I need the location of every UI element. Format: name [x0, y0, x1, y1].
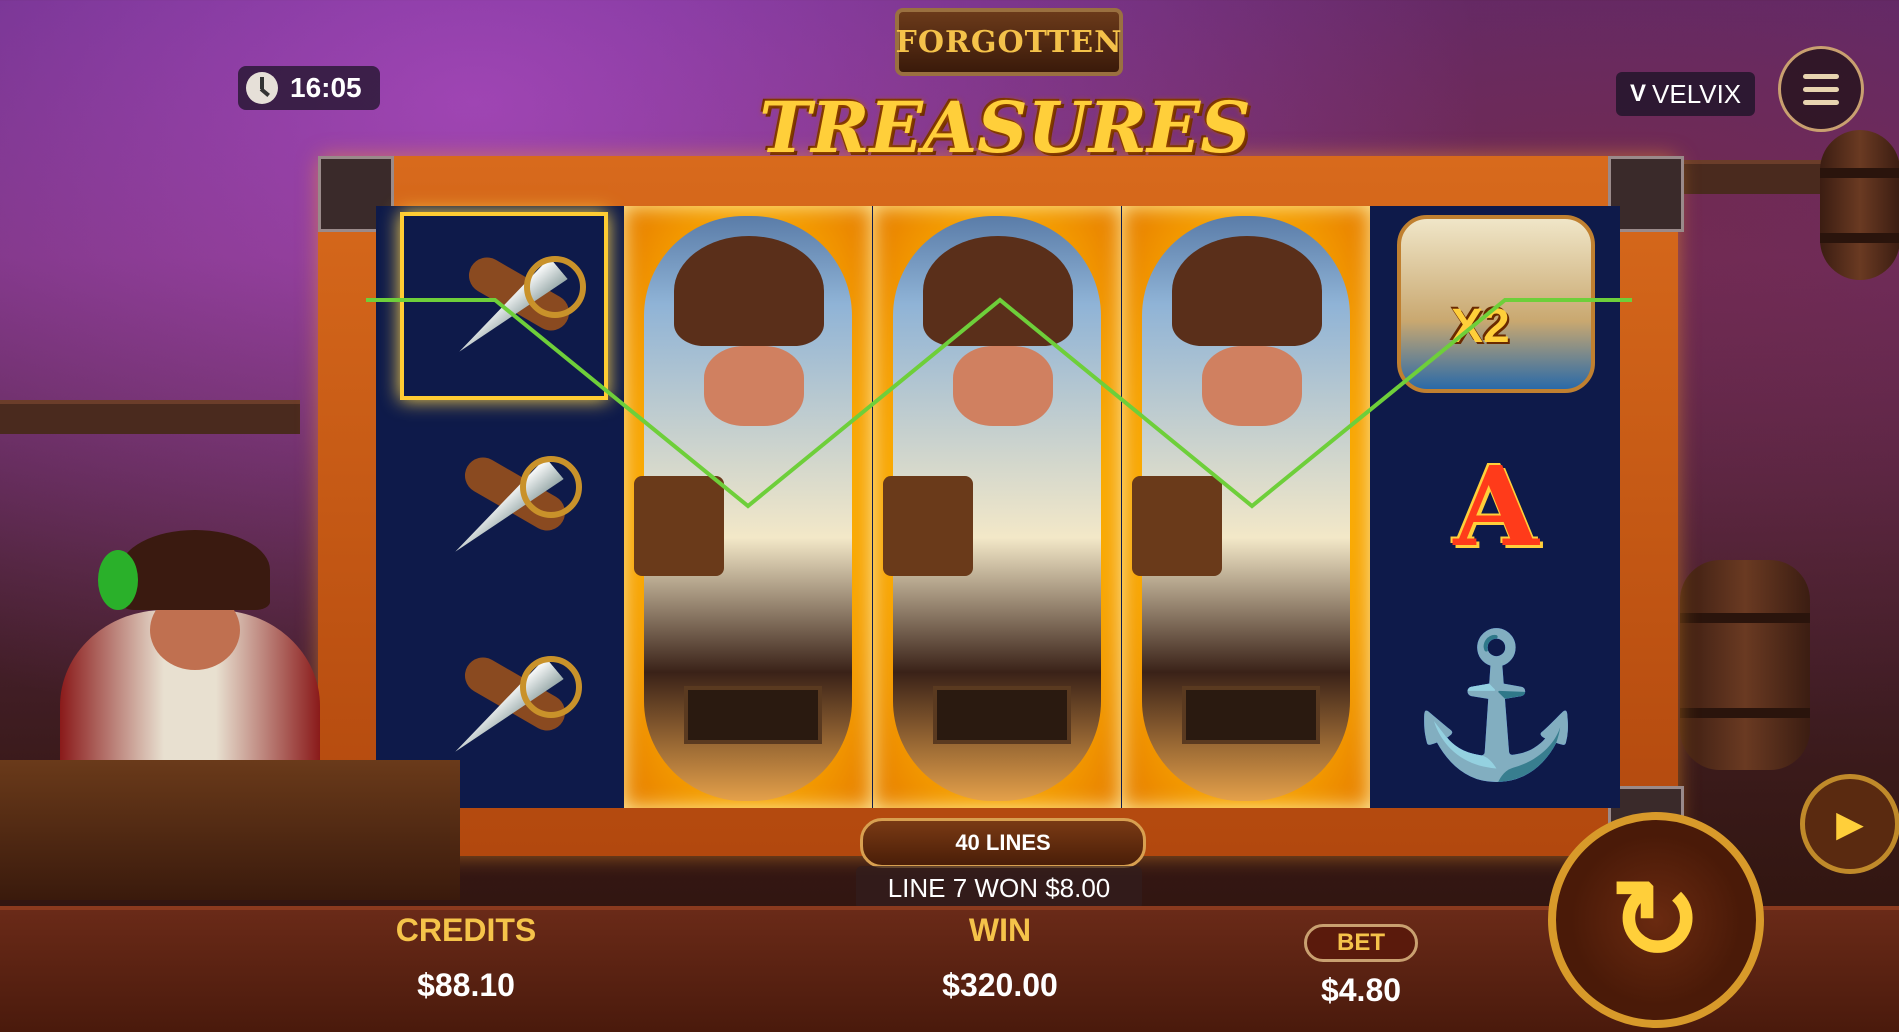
credits-label: CREDITS	[395, 912, 537, 948]
brand-badge: V VELVIX	[1616, 72, 1756, 116]
clock-time: 16:05	[290, 72, 362, 103]
reel-1	[376, 206, 624, 808]
anchor-icon: ⚓	[1408, 626, 1584, 783]
spin-icon: ↻	[1609, 859, 1703, 982]
win-value: $320.00	[942, 967, 1058, 1003]
line-win-message: LINE 7 WON $8.00	[856, 866, 1142, 910]
hamburger-icon	[1803, 73, 1839, 79]
pirate-wild-symbol	[634, 216, 852, 801]
reel-2	[624, 206, 872, 808]
background-barrel	[1680, 560, 1810, 770]
letter-a-symbol: A	[1396, 416, 1596, 596]
menu-button[interactable]	[1778, 46, 1864, 132]
sword-symbol	[400, 212, 608, 400]
win-label: WIN	[968, 912, 1032, 948]
credits-value: $88.10	[417, 967, 515, 1003]
clock-icon	[246, 72, 278, 104]
ship-multiplier-symbol: X2	[1396, 214, 1596, 394]
sword-symbol	[400, 416, 600, 596]
hamburger-icon-bar	[1803, 86, 1839, 92]
spin-button[interactable]: ↻	[1548, 812, 1764, 1028]
sword-icon	[420, 636, 582, 776]
background-shelf	[0, 400, 300, 434]
pirate-wild-symbol	[883, 216, 1101, 801]
ship-icon: X2	[1397, 215, 1595, 393]
multiplier-label: X2	[1451, 300, 1510, 353]
reel-4	[1122, 206, 1370, 808]
logo-forgotten: FORGOTTEN	[895, 8, 1123, 76]
clock: 16:05	[238, 66, 380, 110]
bet-display: BET $4.80	[1201, 924, 1521, 1009]
velvix-logo-icon: V	[1630, 80, 1647, 107]
reel-3	[873, 206, 1121, 808]
anchor-symbol: ⚓	[1396, 616, 1596, 796]
tavern-table	[0, 760, 460, 900]
win-display: WIN $320.00	[840, 912, 1160, 1004]
bet-value: $4.80	[1320, 972, 1402, 1008]
credits-display: CREDITS $88.10	[306, 912, 626, 1004]
game-logo: FORGOTTEN TREASURES	[759, 0, 1251, 200]
bet-button[interactable]: BET	[1304, 924, 1418, 962]
autoplay-button[interactable]: ▶	[1800, 774, 1899, 874]
logo-treasures: TREASURES	[759, 85, 1251, 169]
parrot-icon	[98, 550, 138, 610]
brand-name: VELVIX	[1652, 78, 1742, 109]
autoplay-icon: ▶	[1836, 803, 1864, 844]
letter-a-label: A	[1453, 441, 1539, 571]
sword-icon	[420, 436, 582, 576]
sword-icon	[424, 236, 586, 376]
pirate-wild-symbol	[1132, 216, 1350, 801]
hamburger-icon-bar	[1803, 99, 1839, 105]
background-barrel	[1820, 130, 1899, 280]
lines-badge: 40 LINES	[860, 818, 1146, 868]
reel-grid: X2 A ⚓	[376, 206, 1620, 808]
reel-5: X2 A ⚓	[1372, 206, 1620, 808]
